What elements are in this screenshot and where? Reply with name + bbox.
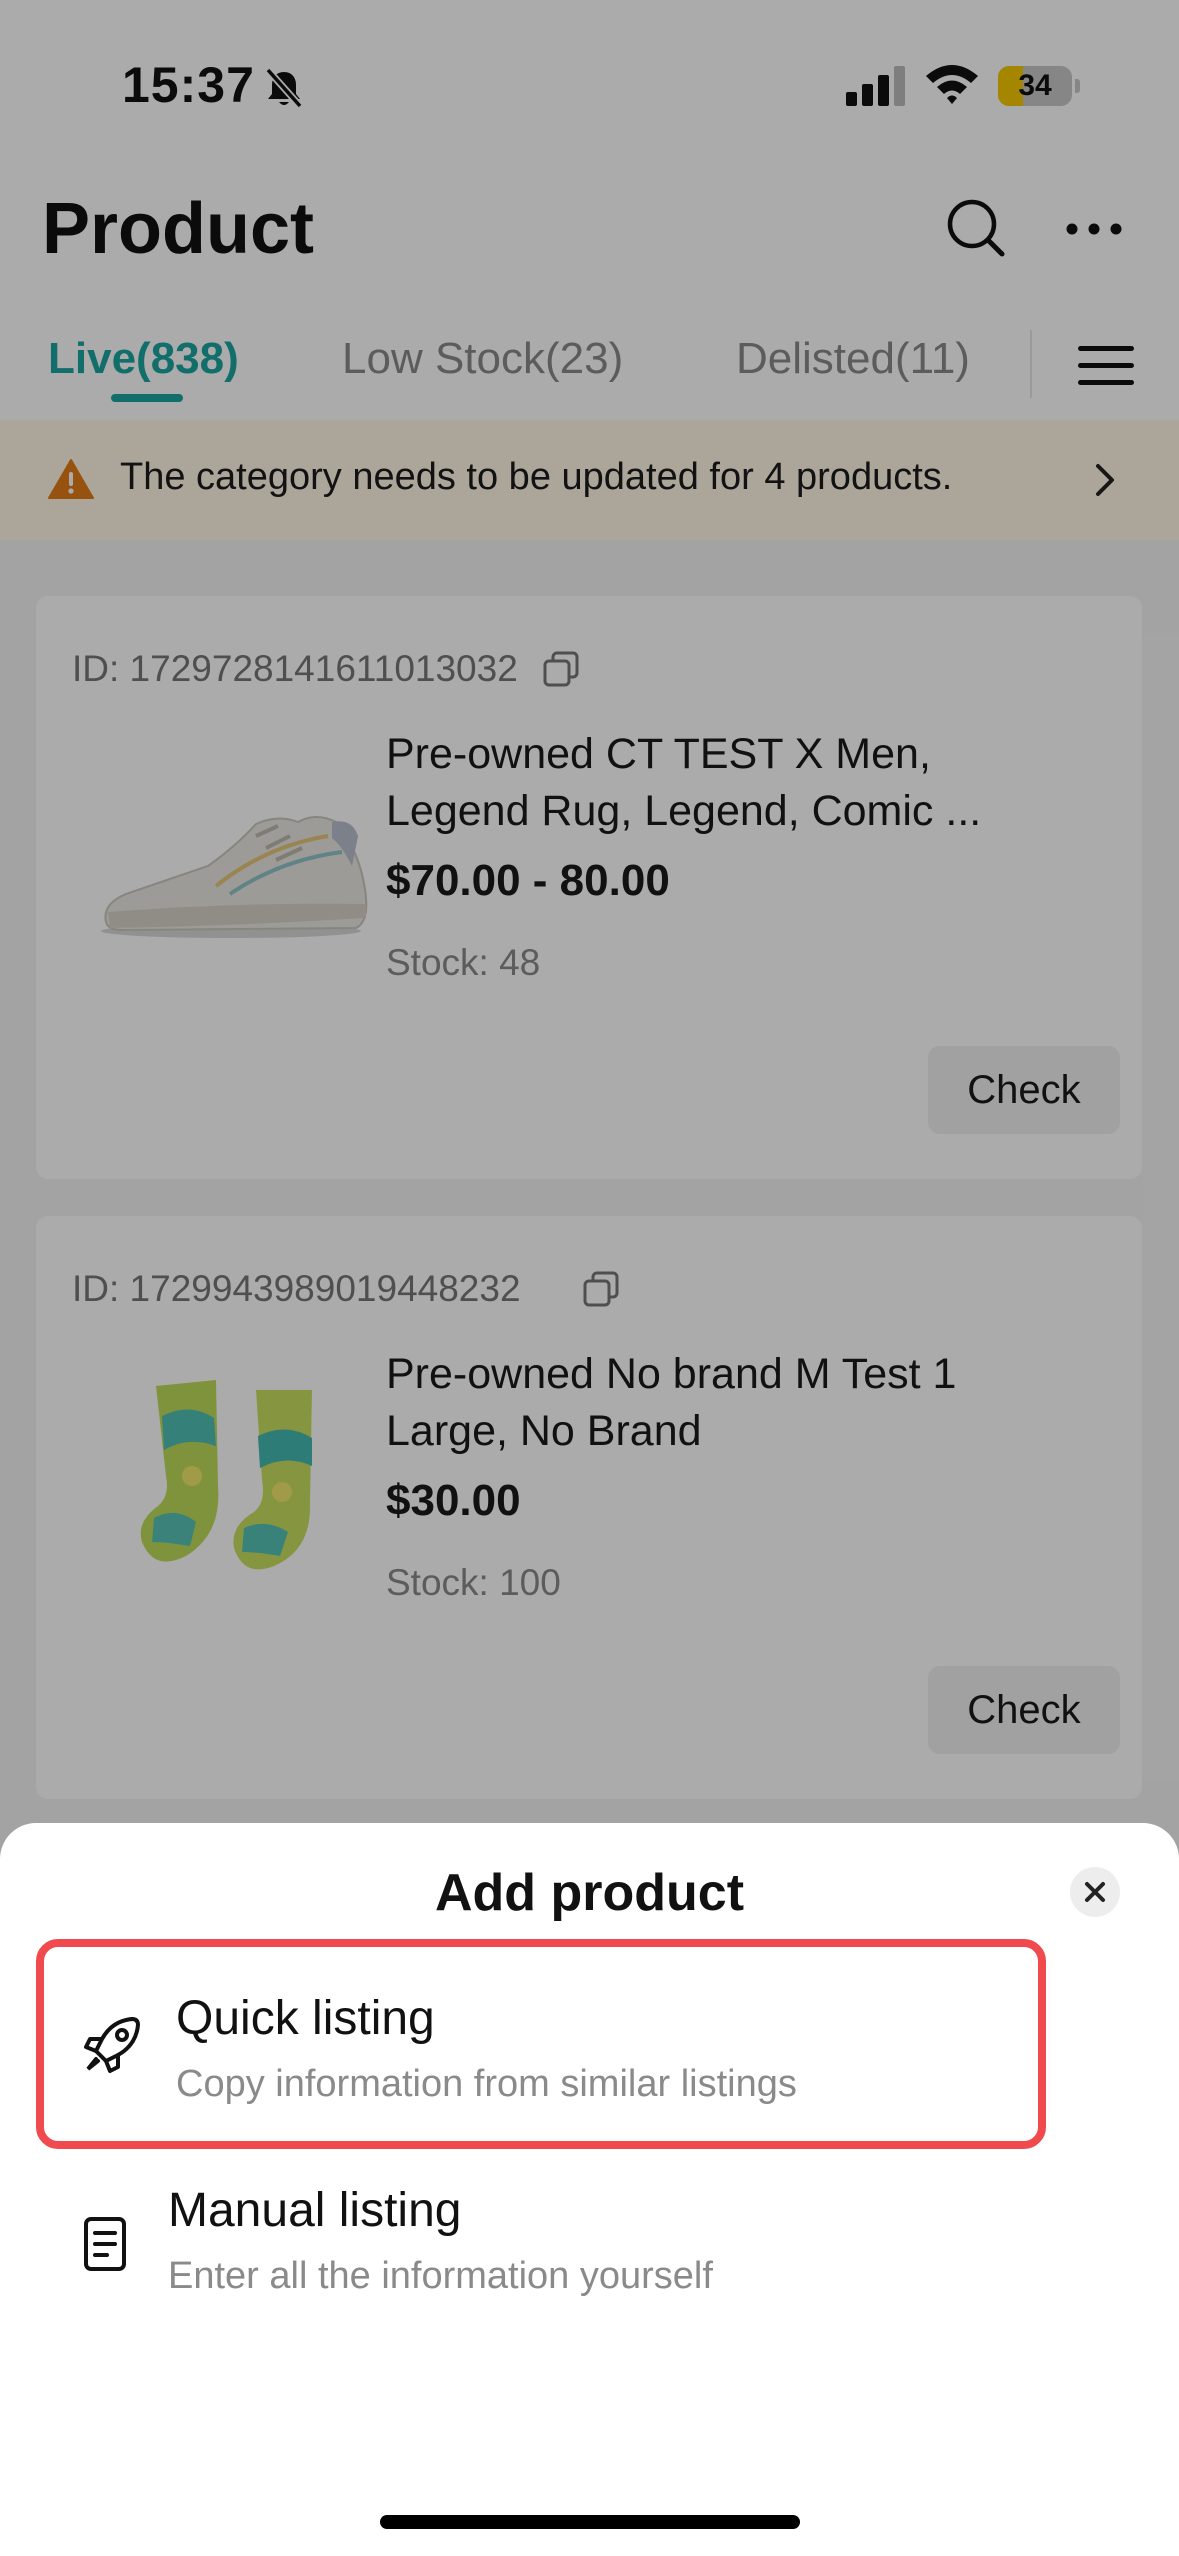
quick-listing-subtitle: Copy information from similar listings [176, 2063, 797, 2105]
manual-listing-title: Manual listing [168, 2184, 462, 2237]
document-icon [84, 2217, 126, 2271]
manual-listing-option[interactable]: Manual listing Enter all the information… [36, 2139, 1046, 2349]
rocket-icon [84, 2017, 140, 2073]
sheet-title: Add product [434, 1864, 745, 1922]
quick-listing-option[interactable]: Quick listing Copy information from simi… [36, 1939, 1046, 2149]
product-screen: 15:37 34 Product Live(838) Low Stock(23)… [0, 0, 1179, 2556]
quick-listing-title: Quick listing [176, 1992, 435, 2045]
manual-listing-subtitle: Enter all the information yourself [168, 2255, 713, 2297]
close-icon[interactable] [1070, 1867, 1120, 1917]
home-indicator[interactable] [380, 2515, 800, 2529]
add-product-sheet: Add product Quick listing Copy informati… [0, 1823, 1179, 2556]
